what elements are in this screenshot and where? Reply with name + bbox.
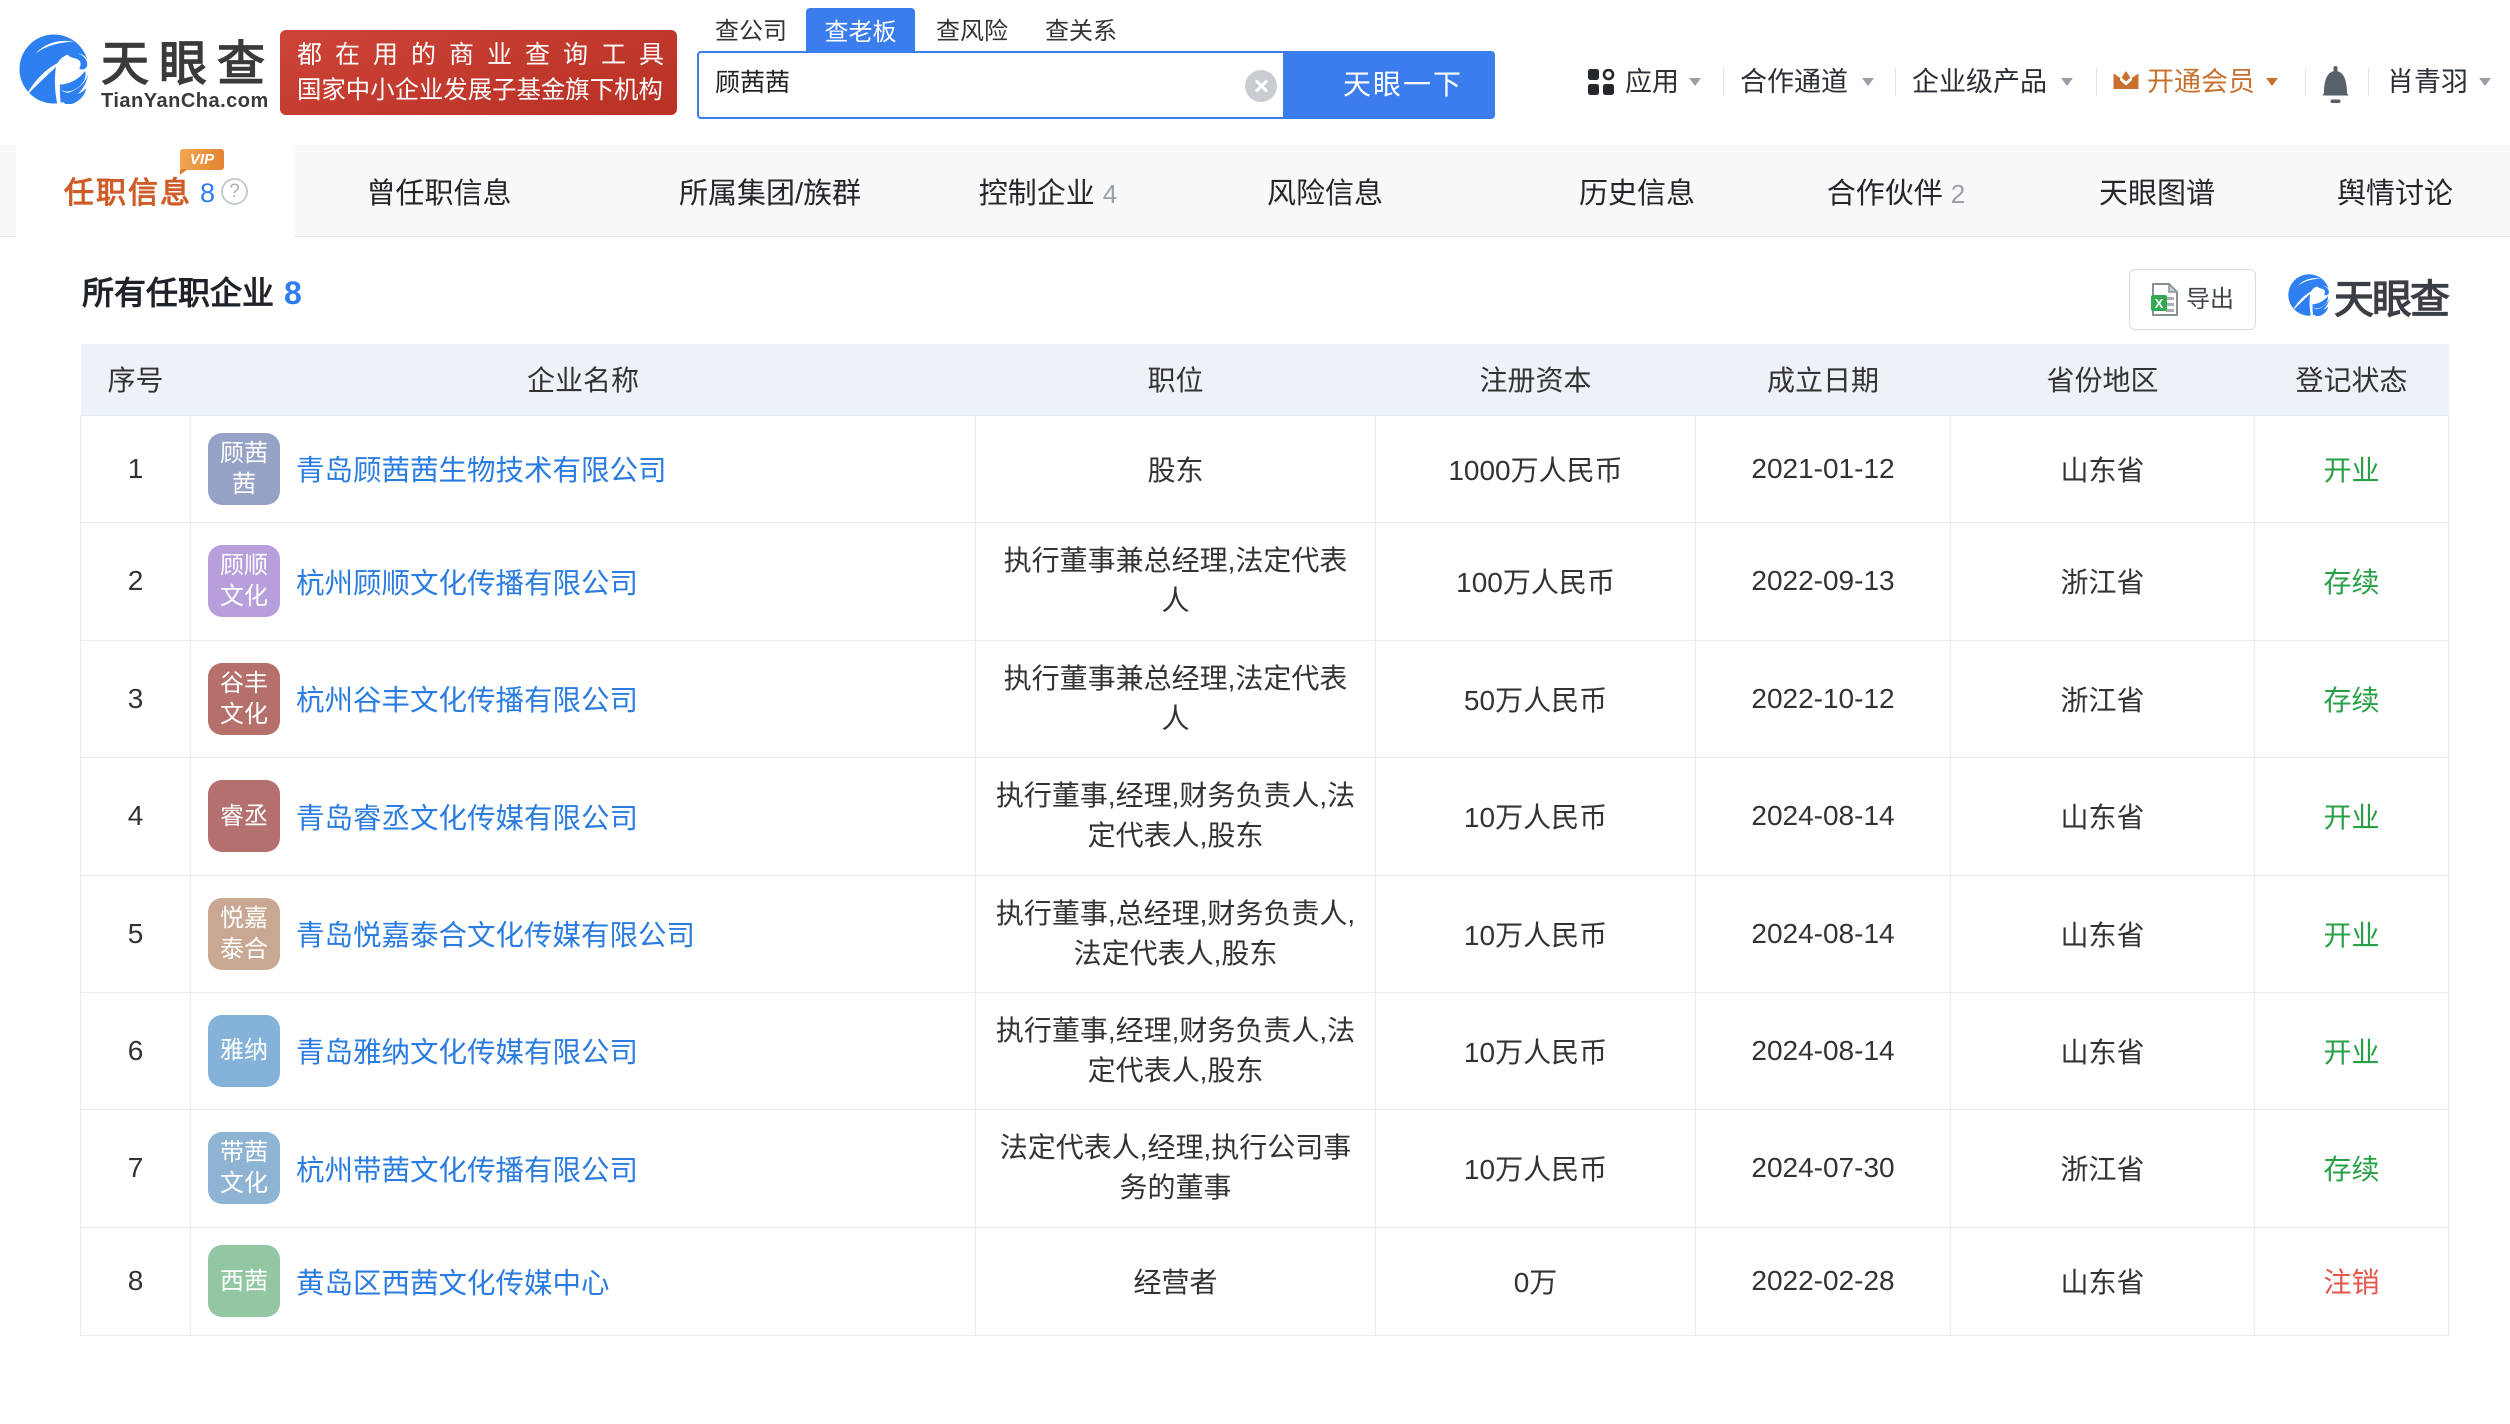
svg-text:X: X bbox=[2155, 296, 2164, 311]
